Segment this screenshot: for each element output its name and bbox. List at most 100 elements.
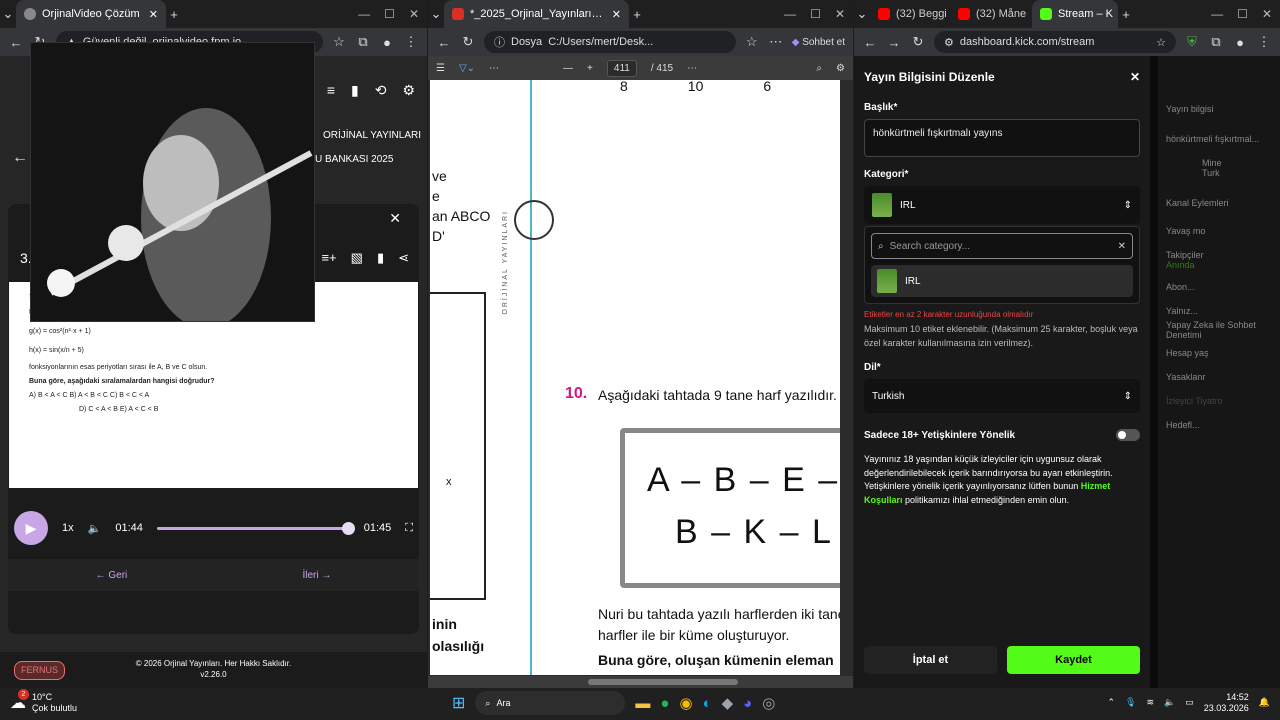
hide-icon[interactable]: ▧	[351, 250, 363, 266]
battery-icon[interactable]: ▭	[1185, 697, 1194, 708]
horizontal-scrollbar[interactable]	[428, 676, 853, 688]
shield-icon[interactable]: ⛨	[1184, 34, 1200, 50]
category-search[interactable]: ⌕ Search category... ✕	[871, 233, 1133, 259]
extensions-icon[interactable]: ⧉	[1208, 34, 1224, 50]
speed-button[interactable]: 1x	[62, 522, 74, 534]
close-window-icon[interactable]: ✕	[835, 7, 845, 21]
minimize-icon[interactable]: —	[1211, 7, 1223, 21]
search-icon[interactable]: ⌕	[816, 63, 822, 74]
volume-icon[interactable]: 🔈	[88, 522, 102, 535]
tab-orjinal[interactable]: OrjinalVideo Çözüm ✕	[16, 0, 166, 28]
settings-icon[interactable]: ⚙	[402, 82, 415, 99]
option-irl[interactable]: IRL	[871, 265, 1133, 297]
close-icon[interactable]: ✕	[389, 210, 401, 227]
back-arrow-icon[interactable]: ←	[12, 149, 28, 166]
seek-bar[interactable]	[156, 521, 355, 535]
seek-thumb[interactable]	[341, 521, 355, 535]
wifi-icon[interactable]: ≋	[1146, 697, 1154, 708]
forward-icon[interactable]: →	[886, 34, 902, 50]
volume-icon[interactable]: 🔈	[1164, 697, 1175, 708]
maximize-icon[interactable]: ☐	[810, 7, 821, 21]
star-icon[interactable]: ☆	[1156, 36, 1166, 49]
book-tag[interactable]: U BANKASI 2025	[315, 154, 393, 165]
zoom-in-icon[interactable]: +	[587, 63, 593, 74]
close-icon[interactable]: ✕	[149, 8, 158, 21]
tab-pdf[interactable]: *_2025_Orjinal_Yayınları_AYT_Mat... ✕	[444, 0, 629, 28]
tab-youtube-1[interactable]: (32) Beggi	[870, 0, 950, 28]
fullscreen-icon[interactable]: ⛶	[405, 522, 413, 535]
profile-icon[interactable]: ●	[379, 34, 395, 50]
play-button[interactable]: ▶	[14, 511, 48, 545]
address-bar[interactable]: ⓘ Dosya C:/Users/mert/Desk...	[484, 31, 736, 53]
close-window-icon[interactable]: ✕	[409, 7, 419, 21]
tab-search-icon[interactable]: ⌄	[854, 6, 870, 22]
taskbar-search[interactable]: ⌕ Ara	[475, 691, 626, 715]
chrome-icon[interactable]: ◉	[679, 694, 692, 712]
maximize-icon[interactable]: ☐	[384, 7, 395, 21]
spotify-icon[interactable]: ●	[660, 695, 669, 712]
scroll-thumb[interactable]	[588, 679, 738, 685]
contents-icon[interactable]: ☰	[436, 63, 445, 74]
zoom-out-icon[interactable]: —	[563, 63, 573, 74]
windows-start-icon[interactable]: ⊞	[452, 693, 465, 713]
menu-icon[interactable]: ⋮	[1256, 34, 1272, 50]
next-button[interactable]: İleri →	[302, 570, 331, 581]
steam-icon[interactable]: ◎	[762, 694, 775, 712]
fernus-logo[interactable]: FERNUS	[14, 661, 66, 680]
adult-toggle[interactable]	[1116, 429, 1140, 441]
back-icon[interactable]: ←	[436, 34, 452, 50]
playlist-icon[interactable]: ≡	[327, 82, 335, 99]
clock[interactable]: 14:52 23.03.2026	[1204, 692, 1249, 714]
draw-icon[interactable]: ▽⌄	[459, 63, 475, 74]
tab-youtube-2[interactable]: (32) Måne	[950, 0, 1032, 28]
tab-search-icon[interactable]: ⌄	[0, 6, 16, 22]
edge-icon[interactable]: ◐	[703, 695, 712, 712]
prev-button[interactable]: ← Geri	[96, 570, 128, 581]
tab-kick[interactable]: Stream – K	[1032, 0, 1118, 28]
clear-icon[interactable]: ✕	[1118, 241, 1126, 252]
copilot-button[interactable]: ◆ Sohbet et	[792, 37, 845, 48]
publisher-tag[interactable]: ORİJİNAL YAYINLARI	[323, 130, 421, 141]
new-tab-icon[interactable]: +	[166, 6, 182, 22]
menu-icon[interactable]: ⋮	[403, 34, 419, 50]
weather-widget[interactable]: ☁ 2 10°C Çok bulutlu	[10, 688, 77, 714]
bookmark-icon[interactable]: ▮	[377, 250, 384, 266]
bookmark-icon[interactable]: ▮	[351, 82, 359, 99]
star-icon[interactable]: ☆	[331, 34, 347, 50]
back-icon[interactable]: ←	[862, 34, 878, 50]
more-icon[interactable]: ⋯	[687, 63, 697, 74]
favorites-icon[interactable]: ☆	[744, 34, 760, 50]
language-select[interactable]: Turkish ⇕	[864, 379, 1140, 413]
new-tab-icon[interactable]: +	[1118, 6, 1134, 22]
discord-icon[interactable]: ◕	[743, 695, 752, 712]
app-icon[interactable]: ◆	[722, 694, 734, 712]
close-window-icon[interactable]: ✕	[1262, 7, 1272, 21]
category-select[interactable]: IRL ⇕	[864, 186, 1140, 224]
close-icon[interactable]: ✕	[1130, 70, 1140, 84]
share-icon[interactable]: ⋖	[398, 250, 409, 266]
mic-icon[interactable]: 🎙	[1125, 697, 1136, 708]
back-icon[interactable]: ←	[8, 34, 24, 50]
save-button[interactable]: Kaydet	[1007, 646, 1140, 674]
reload-icon[interactable]: ↻	[910, 34, 926, 50]
extensions-icon[interactable]: ⧉	[355, 34, 371, 50]
file-explorer-icon[interactable]: ▬	[635, 695, 650, 712]
reload-icon[interactable]: ↻	[460, 34, 476, 50]
minimize-icon[interactable]: —	[784, 7, 796, 21]
profile-icon[interactable]: ●	[1232, 34, 1248, 50]
tab-search-icon[interactable]: ⌄	[428, 6, 444, 22]
history-icon[interactable]: ⟲	[375, 82, 387, 99]
page-number-input[interactable]: 411	[606, 59, 637, 77]
notifications-icon[interactable]: 🔔	[1259, 697, 1270, 708]
new-tab-icon[interactable]: +	[629, 6, 645, 22]
more-icon[interactable]: ⋯	[489, 63, 499, 74]
cancel-button[interactable]: İptal et	[864, 646, 997, 674]
add-list-icon[interactable]: ≡+	[321, 250, 336, 266]
chevron-up-icon[interactable]: ⌃	[1107, 697, 1115, 708]
menu-icon[interactable]: ⋯	[768, 34, 784, 50]
maximize-icon[interactable]: ☐	[1237, 7, 1248, 21]
settings-icon[interactable]: ⚙	[836, 63, 845, 74]
minimize-icon[interactable]: —	[358, 7, 370, 21]
title-input[interactable]: hönkürtmeli fışkırtmalı yayıns	[864, 119, 1140, 157]
close-icon[interactable]: ✕	[612, 8, 621, 21]
